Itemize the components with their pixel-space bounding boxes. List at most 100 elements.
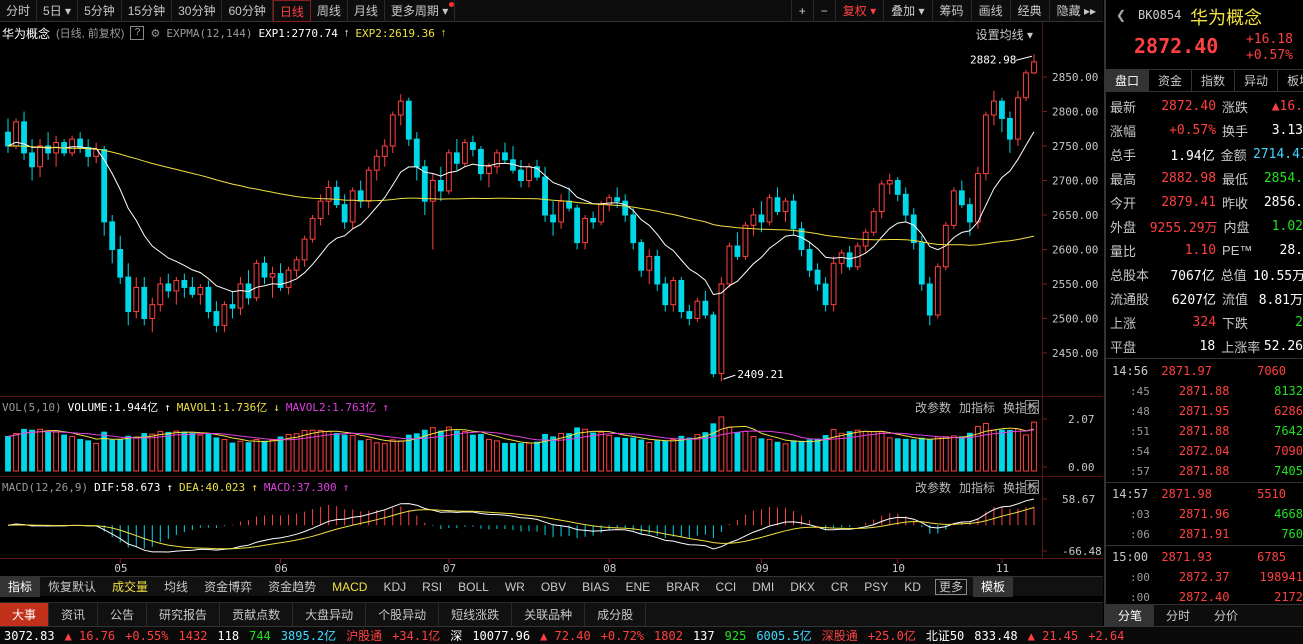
adjust-dropdown[interactable]: 复权 ▾: [834, 0, 883, 22]
arrow-up-icon: ↑: [342, 480, 350, 494]
ind-tab-more[interactable]: 更多: [934, 578, 967, 595]
tab-more-periods[interactable]: 更多周期 ▾: [385, 0, 456, 22]
volume-bar: [502, 442, 508, 472]
ind-tab-obv[interactable]: OBV: [533, 577, 574, 597]
news-tab-stock-moves[interactable]: 个股异动: [366, 602, 440, 627]
news-tab-news[interactable]: 资讯: [49, 602, 99, 627]
ind-tab-fund-trend[interactable]: 资金趋势: [260, 577, 324, 597]
rp-tab-funds[interactable]: 资金: [1149, 70, 1193, 92]
volume-chart[interactable]: 2.07 0.00 VOL(5,10) VOLUME:1.944亿 ↑ MAVOL…: [0, 396, 1103, 474]
tick-row: :54 2872.04 7090: [1106, 441, 1303, 461]
gear-icon[interactable]: ⚙: [150, 27, 160, 40]
candle-body: [125, 276, 132, 313]
overlay-dropdown[interactable]: 叠加 ▾: [883, 0, 931, 22]
tab-60min[interactable]: 60分钟: [222, 0, 273, 22]
quote-tabs: 盘口资金指数异动板块: [1106, 70, 1303, 92]
volume-bar: [950, 435, 957, 472]
ind-tab-bias[interactable]: BIAS: [574, 577, 617, 597]
ind-tab-fund-game[interactable]: 资金博弈: [196, 577, 260, 597]
help-icon[interactable]: ?: [130, 26, 145, 40]
volume-bar: [766, 438, 773, 472]
ind-tab-rsi[interactable]: RSI: [414, 577, 450, 597]
volume-bar: [526, 442, 532, 472]
candle: [221, 301, 228, 333]
tab-30min[interactable]: 30分钟: [172, 0, 223, 22]
macd-chart[interactable]: 58.67 -66.48 MACD(12,26,9) DIF:58.673 ↑ D…: [0, 476, 1103, 558]
tick-time: :00: [1130, 590, 1150, 604]
period-tab-label: 30分钟: [178, 3, 216, 18]
ind-tab-ene[interactable]: ENE: [618, 577, 659, 597]
news-tab-announcements[interactable]: 公告: [98, 602, 148, 627]
candle: [325, 180, 332, 215]
tab-daily[interactable]: 日线: [272, 0, 311, 22]
candle-body: [678, 280, 685, 313]
ind-tab-template[interactable]: 模板: [972, 576, 1013, 597]
rp-bottom-tab-price[interactable]: 分价: [1202, 605, 1250, 626]
macd-add-indicator-link[interactable]: 加指标: [959, 479, 995, 496]
prev-security-icon[interactable]: ❮: [1116, 8, 1126, 22]
news-tab-events[interactable]: 大事: [0, 602, 50, 627]
candle-body: [301, 238, 308, 261]
ind-tab-brar[interactable]: BRAR: [658, 577, 707, 597]
zoom-in-button[interactable]: +: [790, 0, 813, 22]
tab-intraday[interactable]: 分时: [0, 0, 38, 22]
candle-body: [365, 169, 372, 202]
tab-monthly[interactable]: 月线: [348, 0, 385, 22]
volume-bar: [790, 440, 797, 472]
rp-tab-moves[interactable]: 异动: [1235, 70, 1279, 92]
candle: [13, 118, 19, 150]
ind-tab-dmi[interactable]: DMI: [744, 577, 782, 597]
chips-button[interactable]: 筹码: [931, 0, 971, 22]
tab-5min[interactable]: 5分钟: [78, 0, 122, 22]
news-tab-short-term[interactable]: 短线涨跌: [439, 602, 513, 627]
volume-bar: [958, 436, 965, 472]
ticker-item: 744: [249, 628, 271, 643]
rp-tab-sector[interactable]: 板块: [1278, 70, 1303, 92]
vol-add-indicator-link[interactable]: 加指标: [959, 399, 995, 416]
vol-close-icon[interactable]: ✕: [1025, 400, 1039, 414]
macd-close-icon[interactable]: ✕: [1025, 480, 1039, 494]
ind-tab-reset[interactable]: 恢复默认: [40, 577, 104, 597]
ind-tab-kdj[interactable]: KDJ: [375, 577, 414, 597]
ind-tab-psy[interactable]: PSY: [856, 577, 896, 597]
ind-tab-indicator[interactable]: 指标: [0, 576, 41, 597]
ind-tab-cr[interactable]: CR: [823, 577, 856, 597]
price-chart[interactable]: 2850.00 2800.00 2750.00 2700.00 2650.00 2600.…: [0, 22, 1103, 394]
classic-button[interactable]: 经典: [1009, 0, 1049, 22]
ind-tab-ma[interactable]: 均线: [156, 577, 196, 597]
news-tab-related[interactable]: 关联品种: [512, 602, 586, 627]
macd-edit-params-link[interactable]: 改参数: [915, 479, 951, 496]
rp-tab-book[interactable]: 盘口: [1106, 70, 1150, 92]
volume-bar: [61, 434, 68, 472]
candle: [1023, 70, 1029, 102]
hide-button[interactable]: 隐藏 ▸▸: [1048, 0, 1103, 22]
news-tab-constituents[interactable]: 成分股: [585, 602, 647, 627]
volume-bar: [806, 439, 813, 472]
ind-tab-kd[interactable]: KD: [896, 577, 929, 597]
ind-tab-dkx[interactable]: DKX: [782, 577, 823, 597]
news-tab-contribution[interactable]: 贡献点数: [220, 602, 294, 627]
volume-bar: [381, 443, 388, 472]
candle-body: [550, 214, 556, 223]
tab-15min[interactable]: 15分钟: [122, 0, 173, 22]
rp-bottom-tab-intraday[interactable]: 分时: [1154, 605, 1202, 626]
rp-tab-index[interactable]: 指数: [1192, 70, 1236, 92]
volume-bar: [261, 440, 268, 472]
rp-bottom-tab-trades[interactable]: 分笔: [1106, 605, 1155, 626]
ma-settings-button[interactable]: 设置均线 ▾: [976, 26, 1033, 43]
zoom-out-button[interactable]: −: [812, 0, 835, 22]
news-tab-market-moves[interactable]: 大盘异动: [293, 602, 367, 627]
vol-edit-params-link[interactable]: 改参数: [915, 399, 951, 416]
draw-line-button[interactable]: 画线: [970, 0, 1010, 22]
quote-label: 换手: [1222, 123, 1249, 139]
ind-tab-boll[interactable]: BOLL: [450, 577, 497, 597]
ind-tab-macd[interactable]: MACD: [324, 577, 375, 597]
ind-tab-cci[interactable]: CCI: [708, 577, 745, 597]
tick-time: :57: [1130, 464, 1150, 478]
tab-5day[interactable]: 5日 ▾: [37, 0, 79, 22]
ind-tab-wr[interactable]: WR: [497, 577, 533, 597]
news-tab-research[interactable]: 研究报告: [147, 602, 221, 627]
ind-tab-volume[interactable]: 成交量: [104, 577, 156, 597]
tab-weekly[interactable]: 周线: [311, 0, 348, 22]
volume-bar: [774, 441, 781, 472]
